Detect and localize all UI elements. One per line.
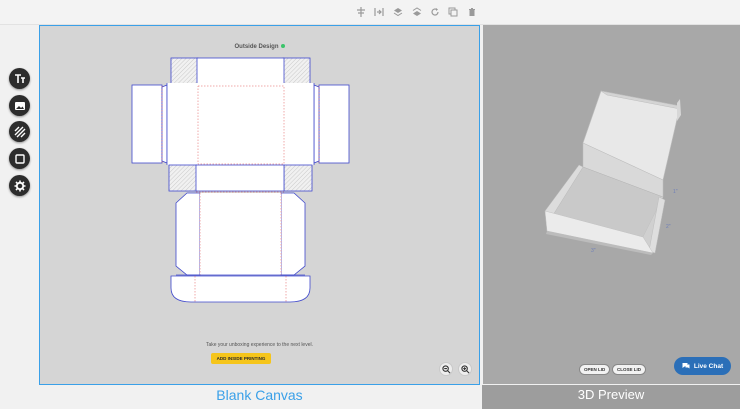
zoom-out-icon (441, 364, 450, 373)
width-dim-label: 3" (591, 248, 596, 254)
preview-label: 3D Preview (482, 385, 740, 409)
chat-icon (682, 363, 690, 369)
dieline-back-panel (195, 164, 285, 192)
dieline-base-panel (200, 193, 281, 275)
pattern-tool-icon[interactable] (9, 121, 30, 142)
dieline-right-wing (318, 84, 350, 164)
settings-icon[interactable] (9, 175, 30, 196)
design-canvas[interactable]: Outside Design Take your unboxing experi… (39, 25, 480, 385)
delete-icon[interactable] (466, 6, 478, 18)
depth-dim-label: 2" (666, 224, 671, 230)
align-center-icon[interactable] (355, 6, 367, 18)
dieline-base-left-flap (175, 192, 201, 276)
dieline-front-panel (170, 275, 311, 303)
top-toolbar (0, 0, 740, 25)
distribute-icon[interactable] (373, 6, 385, 18)
layer-down-icon[interactable] (411, 6, 423, 18)
dieline-mid-left-tab (168, 164, 198, 192)
zoom-out-button[interactable] (439, 362, 453, 376)
3d-preview-panel[interactable]: 1" 2" 3" OPEN LID CLOSE LID Live Chat (483, 25, 740, 384)
add-inside-printing-button[interactable]: ADD INSIDE PRINTING (211, 353, 271, 364)
close-lid-button[interactable]: CLOSE LID (612, 364, 647, 375)
box-dieline[interactable] (40, 26, 481, 386)
height-dim-label: 1" (673, 189, 678, 195)
dieline-top-flap (196, 57, 285, 85)
zoom-in-button[interactable] (458, 362, 472, 376)
tool-rail (0, 25, 38, 409)
dieline-lid-panel (167, 83, 314, 165)
live-chat-label: Live Chat (693, 362, 724, 370)
promo-text: Take your unboxing experience to the nex… (205, 342, 313, 348)
app-window: Outside Design Take your unboxing experi… (0, 0, 740, 409)
layer-up-icon[interactable] (392, 6, 404, 18)
dieline-top-left-tab (170, 57, 199, 85)
dieline-mid-right-tab (283, 164, 313, 192)
text-tool-icon[interactable] (9, 68, 30, 89)
zoom-in-icon (460, 364, 469, 373)
dieline-left-wing (131, 84, 163, 164)
open-lid-button[interactable]: OPEN LID (579, 364, 611, 375)
shape-tool-icon[interactable] (9, 148, 30, 169)
dieline-top-right-tab (282, 57, 311, 85)
dieline-base-right-flap (280, 192, 306, 276)
image-tool-icon[interactable] (9, 95, 30, 116)
box-3d-model[interactable] (483, 25, 740, 384)
canvas-label: Blank Canvas (216, 387, 303, 403)
live-chat-button[interactable]: Live Chat (674, 357, 731, 375)
duplicate-icon[interactable] (447, 6, 459, 18)
rotate-icon[interactable] (429, 6, 441, 18)
